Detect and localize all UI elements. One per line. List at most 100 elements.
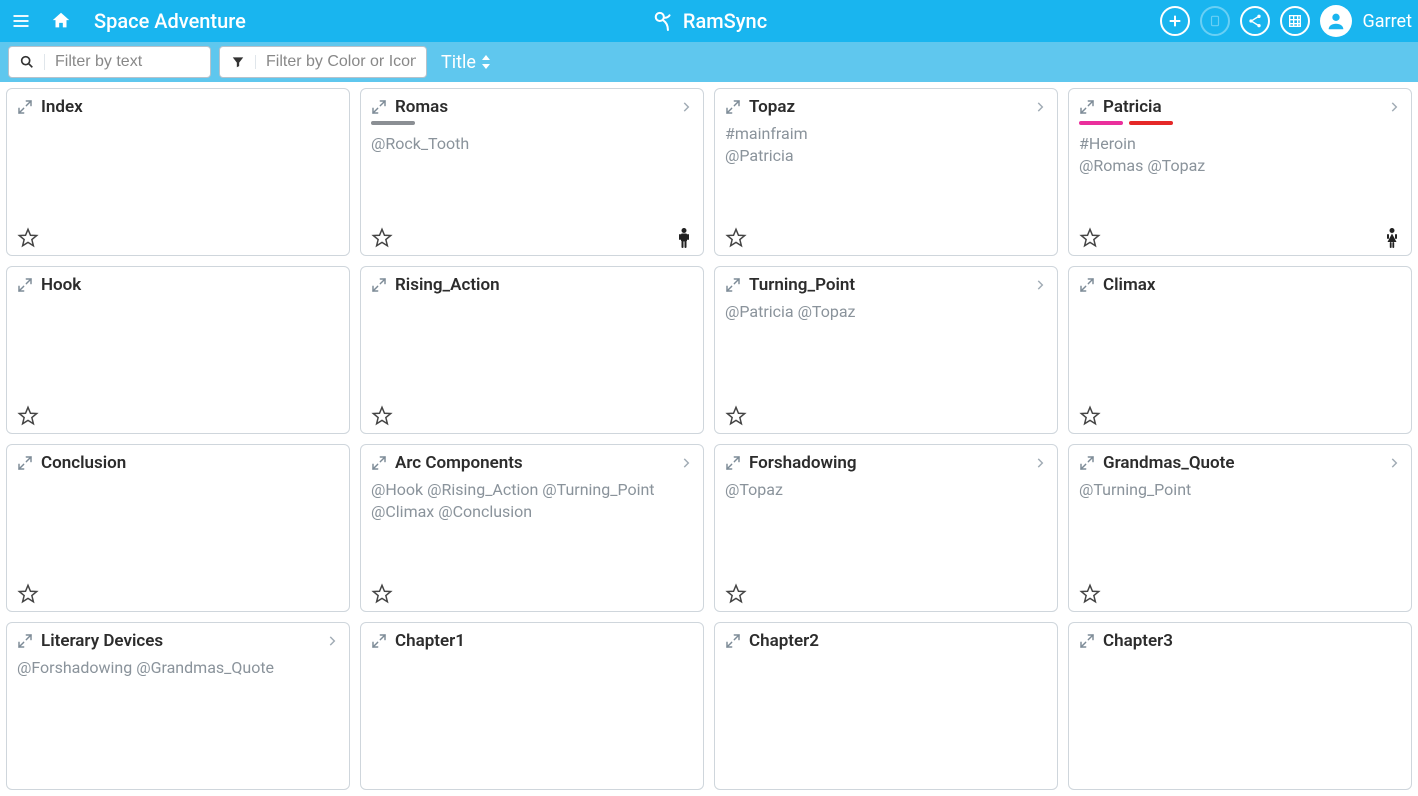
card[interactable]: Patricia#Heroin@Romas @Topaz (1068, 88, 1412, 256)
grid-icon (1287, 13, 1303, 29)
star-icon[interactable] (1079, 583, 1101, 605)
expand-icon[interactable] (725, 633, 741, 649)
grid-view-button[interactable] (1280, 6, 1310, 36)
chevron-right-icon[interactable] (1387, 100, 1401, 114)
filter-icon-box[interactable] (220, 55, 256, 69)
male-icon (675, 227, 693, 249)
star-icon[interactable] (371, 227, 393, 249)
expand-icon[interactable] (725, 99, 741, 115)
card[interactable]: Turning_Point @Patricia @Topaz (714, 266, 1058, 434)
expand-icon[interactable] (1079, 277, 1095, 293)
expand-icon[interactable] (17, 277, 33, 293)
star-icon[interactable] (1079, 405, 1101, 427)
chevron-right-icon[interactable] (1033, 278, 1047, 292)
user-avatar-button[interactable] (1320, 5, 1352, 37)
chevron-right-icon[interactable] (679, 100, 693, 114)
expand-icon[interactable] (1079, 455, 1095, 471)
hamburger-menu-button[interactable] (6, 6, 36, 36)
card[interactable]: Chapter3 (1068, 622, 1412, 790)
card[interactable]: Conclusion (6, 444, 350, 612)
expand-icon[interactable] (371, 277, 387, 293)
star-icon[interactable] (725, 227, 747, 249)
star-icon[interactable] (371, 583, 393, 605)
home-button[interactable] (46, 6, 76, 36)
card-title: Topaz (749, 97, 795, 117)
text-filter-group (8, 46, 211, 78)
card[interactable]: Chapter1 (360, 622, 704, 790)
username-label: Garret (1362, 11, 1412, 32)
star-icon[interactable] (725, 405, 747, 427)
color-filter-input[interactable] (256, 53, 426, 71)
chevron-right-icon[interactable] (1033, 100, 1047, 114)
page-title: Space Adventure (94, 9, 246, 33)
star-icon[interactable] (17, 405, 39, 427)
card-title: Chapter1 (395, 631, 465, 651)
chevron-right-icon[interactable] (1387, 456, 1401, 470)
card-header: Grandmas_Quote (1079, 453, 1401, 473)
expand-icon[interactable] (17, 99, 33, 115)
star-icon[interactable] (1079, 227, 1101, 249)
card-header: Forshadowing (725, 453, 1047, 473)
card[interactable]: Romas @Rock_Tooth (360, 88, 704, 256)
card-header: Chapter3 (1079, 631, 1401, 651)
card-footer (725, 223, 1047, 249)
star-icon[interactable] (17, 227, 39, 249)
color-filter-group (219, 46, 427, 78)
text-filter-input[interactable] (45, 53, 210, 71)
add-button[interactable] (1160, 6, 1190, 36)
card-header: Patricia (1079, 97, 1401, 117)
expand-icon[interactable] (371, 455, 387, 471)
chevron-right-icon[interactable] (1033, 456, 1047, 470)
card-header: Rising_Action (371, 275, 693, 295)
card[interactable]: Chapter2 (714, 622, 1058, 790)
expand-icon[interactable] (371, 99, 387, 115)
card-header: Chapter2 (725, 631, 1047, 651)
card-header: Conclusion (17, 453, 339, 473)
card-footer (371, 223, 693, 249)
card[interactable]: Hook (6, 266, 350, 434)
chevron-right-icon[interactable] (679, 456, 693, 470)
card-title: Climax (1103, 275, 1155, 295)
expand-icon[interactable] (17, 633, 33, 649)
ramsync-logo-icon (651, 8, 677, 34)
search-icon-box[interactable] (9, 54, 45, 70)
expand-icon[interactable] (725, 455, 741, 471)
star-icon[interactable] (725, 583, 747, 605)
card-header: Climax (1079, 275, 1401, 295)
card[interactable]: Arc Components@Hook @Rising_Action @Turn… (360, 444, 704, 612)
brand-logo[interactable]: RamSync (651, 8, 767, 34)
card[interactable]: Topaz#mainfraim@Patricia (714, 88, 1058, 256)
star-icon[interactable] (371, 405, 393, 427)
sort-button[interactable]: Title (441, 52, 492, 73)
card[interactable]: Climax (1068, 266, 1412, 434)
card-title: Arc Components (395, 453, 523, 473)
chevron-right-icon[interactable] (325, 634, 339, 648)
expand-icon[interactable] (17, 455, 33, 471)
share-button[interactable] (1240, 6, 1270, 36)
card[interactable]: Literary Devices@Forshadowing @Grandmas_… (6, 622, 350, 790)
expand-icon[interactable] (725, 277, 741, 293)
card-header: Topaz (725, 97, 1047, 117)
card-body-line: #Heroin (1079, 133, 1401, 155)
card[interactable]: Index (6, 88, 350, 256)
card[interactable]: Forshadowing @Topaz (714, 444, 1058, 612)
card-footer (17, 579, 339, 605)
expand-icon[interactable] (1079, 633, 1095, 649)
star-icon[interactable] (17, 583, 39, 605)
expand-icon[interactable] (1079, 99, 1095, 115)
card-body-line: @Topaz (725, 479, 1047, 501)
card-title: Conclusion (41, 453, 126, 473)
card-header: Romas (371, 97, 693, 117)
card-body: @Rock_Tooth (371, 133, 693, 155)
card-header: Chapter1 (371, 631, 693, 651)
card[interactable]: Rising_Action (360, 266, 704, 434)
share-icon (1247, 13, 1263, 29)
card-header: Turning_Point (725, 275, 1047, 295)
card-body-line: #mainfraim (725, 123, 1047, 145)
card[interactable]: Grandmas_Quote@Turning_Point (1068, 444, 1412, 612)
search-icon (19, 54, 35, 70)
card-body-line: @Patricia @Topaz (725, 301, 1047, 323)
user-icon (1325, 10, 1347, 32)
expand-icon[interactable] (371, 633, 387, 649)
clipboard-button[interactable] (1200, 6, 1230, 36)
